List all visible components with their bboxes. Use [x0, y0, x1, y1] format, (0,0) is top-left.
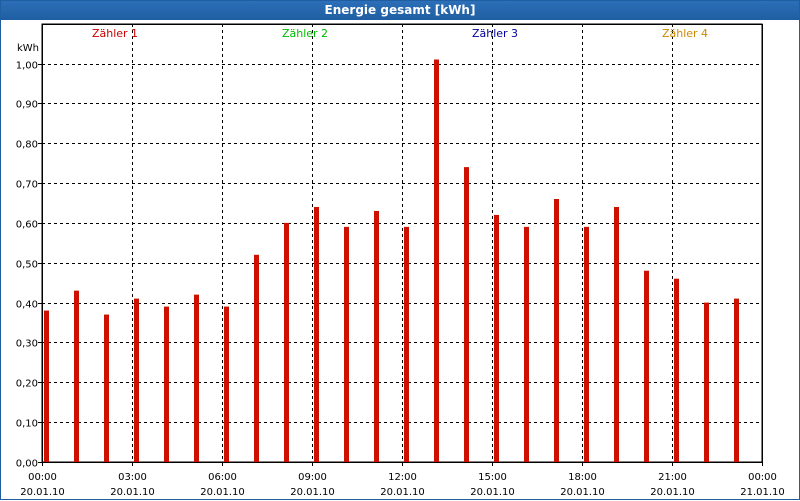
- y-tick-label: 1,00: [16, 61, 38, 72]
- x-tick-label-date: 20.01.10: [290, 487, 335, 498]
- x-tick-label-time: 09:00: [298, 472, 327, 483]
- bar: [524, 226, 529, 462]
- bar: [254, 254, 259, 462]
- x-tick-label-time: 00:00: [748, 472, 777, 483]
- y-tick-label: 0,60: [16, 220, 38, 231]
- bar: [374, 210, 379, 462]
- bar: [404, 226, 409, 462]
- bar: [704, 302, 709, 462]
- x-tick-label-time: 12:00: [388, 472, 417, 483]
- x-tick-label-time: 18:00: [568, 472, 597, 483]
- y-tick-label: 0,70: [16, 180, 38, 191]
- bar: [584, 226, 589, 462]
- bar: [674, 278, 679, 462]
- y-tick-label: 0,20: [16, 379, 38, 390]
- x-tick-label-date: 20.01.10: [380, 487, 425, 498]
- y-tick-label: 0,90: [16, 100, 38, 111]
- bar: [464, 167, 469, 463]
- y-tick-label: 0,50: [16, 260, 38, 271]
- bar: [644, 270, 649, 462]
- y-tick-label: 0,40: [16, 300, 38, 311]
- x-tick-label-time: 15:00: [478, 472, 507, 483]
- y-tick-label: 0,80: [16, 140, 38, 151]
- x-tick-label-time: 21:00: [658, 472, 687, 483]
- chart-window: Energie gesamt [kWh] 0,00 0,10 0,20 0,30 0,4…: [0, 0, 800, 500]
- y-tick-label: 0,30: [16, 339, 38, 350]
- bar: [734, 298, 739, 462]
- y-tick-label: 0,10: [16, 419, 38, 430]
- x-tick-label-time: 06:00: [208, 472, 237, 483]
- bar: [494, 214, 499, 462]
- bar: [554, 198, 559, 463]
- x-tick-label-date: 21.01.10: [740, 487, 785, 498]
- bar: [44, 310, 49, 462]
- x-tick-label-date: 20.01.10: [560, 487, 605, 498]
- y-tick-label: 0,00: [16, 459, 38, 470]
- bar: [434, 59, 439, 462]
- legend-entry: Zähler 4: [662, 27, 708, 40]
- x-tick-label-time: 00:00: [28, 472, 57, 483]
- legend-entry: Zähler 2: [282, 27, 328, 40]
- bar: [134, 298, 139, 462]
- bar: [74, 290, 79, 462]
- bar: [164, 306, 169, 462]
- y-axis-unit: kWh: [17, 43, 39, 54]
- bar: [314, 206, 319, 462]
- bar: [284, 222, 289, 462]
- x-tick-label-date: 20.01.10: [200, 487, 245, 498]
- bar: [224, 306, 229, 462]
- bar: [104, 314, 109, 462]
- energy-chart: 0,00 0,10 0,20 0,30 0,40 0,50 0,60 0,70 0,80 0,90…: [16, 23, 785, 498]
- bar: [194, 294, 199, 462]
- x-tick-label-date: 20.01.10: [110, 487, 155, 498]
- x-tick-label-date: 20.01.10: [470, 487, 515, 498]
- legend-entry: Zähler 1: [92, 27, 138, 40]
- bar: [614, 206, 619, 462]
- x-tick-label-date: 20.01.10: [650, 487, 695, 498]
- bar: [344, 226, 349, 462]
- legend-entry: Zähler 3: [472, 27, 518, 40]
- x-tick-label-time: 03:00: [118, 472, 147, 483]
- x-tick-label-date: 20.01.10: [20, 487, 65, 498]
